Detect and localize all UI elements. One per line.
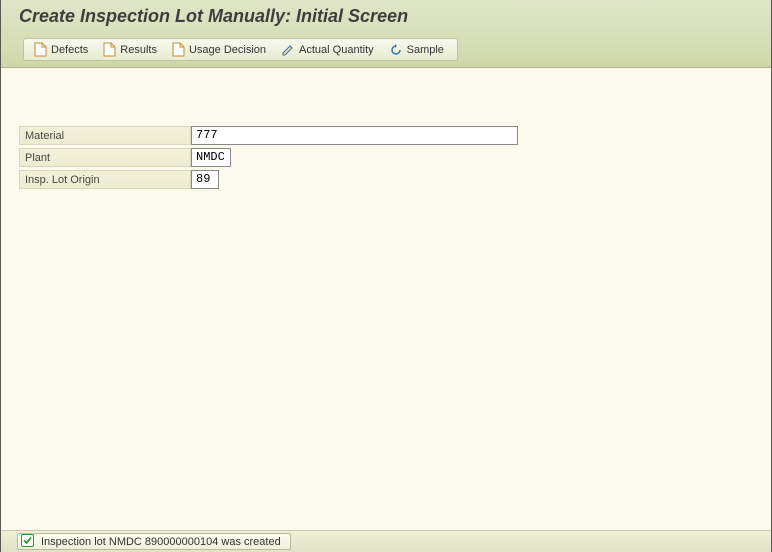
usage-decision-button[interactable]: Usage Decision (172, 42, 266, 57)
form: Material Plant Insp. Lot Origin (19, 124, 518, 190)
origin-field[interactable] (191, 170, 219, 189)
defects-label: Defects (51, 44, 88, 56)
actual-quantity-button[interactable]: Actual Quantity (281, 43, 374, 57)
plant-field[interactable] (191, 148, 231, 167)
plant-label: Plant (19, 148, 191, 167)
sample-button[interactable]: Sample (389, 43, 444, 57)
status-message-box: Inspection lot NMDC 890000000104 was cre… (17, 533, 291, 550)
success-icon (21, 534, 34, 550)
origin-label: Insp. Lot Origin (19, 170, 191, 189)
page-title: Create Inspection Lot Manually: Initial … (19, 6, 408, 27)
refresh-icon (389, 43, 403, 57)
sample-label: Sample (407, 44, 444, 56)
defects-button[interactable]: Defects (34, 42, 88, 57)
content-area: Material Plant Insp. Lot Origin (1, 68, 771, 552)
material-field[interactable] (191, 126, 518, 145)
pencil-icon (281, 43, 295, 57)
actual-quantity-label: Actual Quantity (299, 44, 374, 56)
status-message-text: Inspection lot NMDC 890000000104 was cre… (41, 536, 281, 548)
document-icon (34, 42, 47, 57)
results-button[interactable]: Results (103, 42, 157, 57)
document-icon (103, 42, 116, 57)
status-bar: Inspection lot NMDC 890000000104 was cre… (1, 530, 771, 552)
usage-decision-label: Usage Decision (189, 44, 266, 56)
results-label: Results (120, 44, 157, 56)
document-icon (172, 42, 185, 57)
toolbar: Defects Results Usage Decision Actual Qu… (23, 38, 458, 61)
material-label: Material (19, 126, 191, 145)
